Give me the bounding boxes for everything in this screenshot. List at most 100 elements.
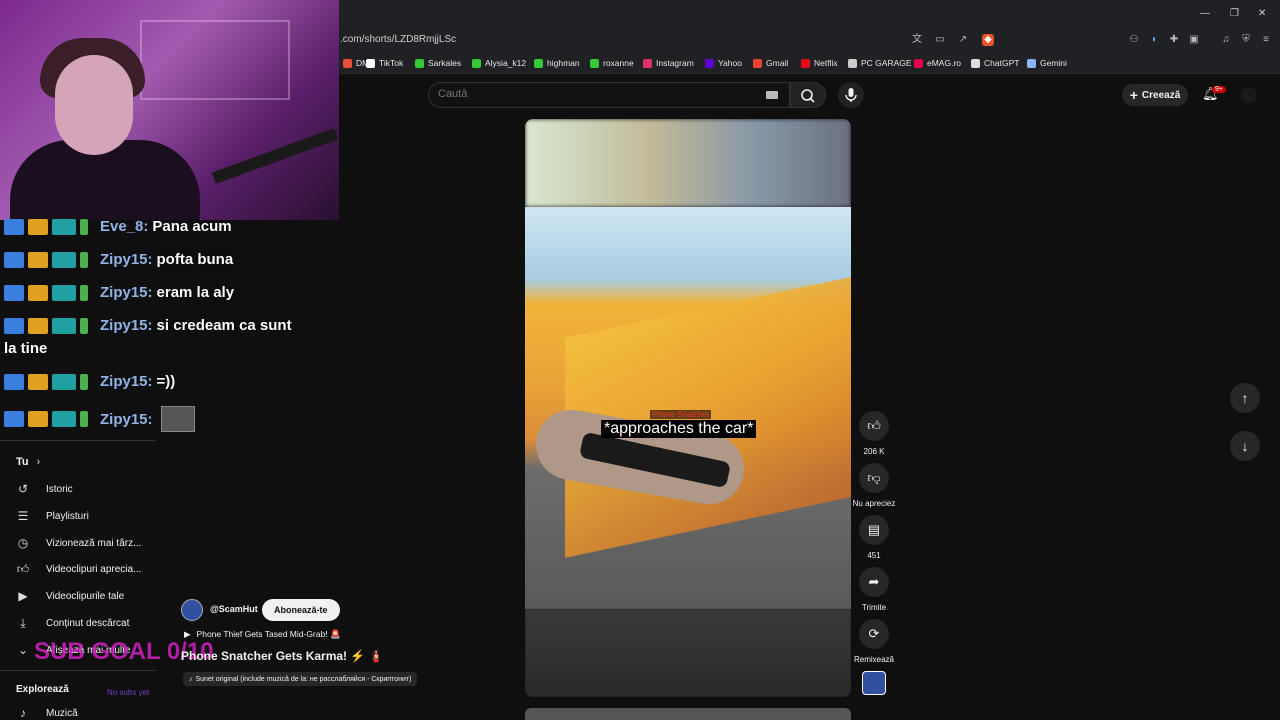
channel-avatar-small[interactable] xyxy=(181,599,203,621)
bookmark-favicon-icon xyxy=(415,58,424,68)
cast-icon[interactable]: ▭ xyxy=(934,34,946,46)
bookmark-3[interactable]: Alysia_k12 xyxy=(472,58,526,68)
share-icon[interactable]: ↗ xyxy=(957,34,969,46)
dislike-button[interactable]: 👎︎ xyxy=(859,463,889,493)
like-button[interactable]: 👍︎ xyxy=(859,411,889,441)
maximize-icon[interactable]: ❐ xyxy=(1230,8,1239,19)
section-you-label: Tu xyxy=(16,456,29,468)
brave-shield-icon[interactable]: ◆ xyxy=(982,34,994,46)
chevron-right-icon: › xyxy=(36,456,41,468)
bookmark-8[interactable]: Gmail xyxy=(753,58,788,68)
keyboard-icon[interactable] xyxy=(766,91,778,99)
bookmark-13[interactable]: Gemini xyxy=(1027,58,1067,68)
bookmark-5[interactable]: roxanne xyxy=(590,58,634,68)
bookmark-11[interactable]: eMAG.ro xyxy=(914,58,961,68)
chat-message: Zipy15: eram la aly xyxy=(4,284,234,301)
sidebar-item-music[interactable]: ♪ Muzică xyxy=(16,706,78,720)
playlist-title: Phone Thief Gets Tased Mid-Grab! 🚨 xyxy=(196,629,341,639)
sidebar-item-clock[interactable]: ◷ Vizionează mai târz... xyxy=(16,536,142,550)
sidebar-icon[interactable]: ▣ xyxy=(1188,34,1200,46)
comments-button[interactable]: ▤ xyxy=(859,515,889,545)
bookmark-label: TikTok xyxy=(379,58,404,68)
wallet-icon[interactable]: ◗ xyxy=(1148,34,1160,46)
video-blur-bottom xyxy=(525,609,851,697)
bookmark-label: Alysia_k12 xyxy=(485,58,527,68)
history-icon: ↺ xyxy=(17,482,29,496)
bookmark-label: roxanne xyxy=(603,58,634,68)
short-title[interactable]: Phone Snatcher Gets Karma! ⚡ 🧯 xyxy=(181,649,384,663)
sidebar-section-you[interactable]: Tu › xyxy=(16,456,40,468)
next-short-button[interactable]: ↓ xyxy=(1230,431,1260,461)
remix-button[interactable]: ⟳ xyxy=(859,619,889,649)
prev-short-button[interactable]: ↑ xyxy=(1230,383,1260,413)
menu-icon[interactable]: ≡ xyxy=(1260,34,1272,46)
playlist-link[interactable]: ▶ Phone Thief Gets Tased Mid-Grab! 🚨 xyxy=(184,629,341,640)
chat-username: Zipy15: xyxy=(100,410,153,428)
chat-text: si credeam ca sunt xyxy=(156,317,292,334)
webcam-overlay xyxy=(0,0,339,220)
puzzle-icon[interactable]: ✚ xyxy=(1168,34,1180,46)
channel-name[interactable]: @ScamHut xyxy=(210,604,258,614)
bookmark-label: Sarkales xyxy=(428,58,462,68)
subscribe-button[interactable]: Abonează-te xyxy=(262,599,340,621)
sidebar-item-label: Vizionează mai târz... xyxy=(46,537,142,549)
avatar[interactable] xyxy=(1241,87,1257,103)
search-icon xyxy=(801,89,815,103)
dislike-label: Nu apreciez xyxy=(852,499,896,508)
bookmark-label: highman xyxy=(547,58,580,68)
mic-icon xyxy=(845,88,857,102)
bookmark-4[interactable]: highman xyxy=(534,58,580,68)
bookmark-1[interactable]: TikTok xyxy=(366,58,403,68)
vpn-icon[interactable]: ⛨ xyxy=(1240,34,1252,46)
chat-message: Zipy15: si credeam ca sunt xyxy=(4,317,292,334)
search-input[interactable] xyxy=(438,88,758,100)
bookmark-favicon-icon xyxy=(914,58,923,68)
chat-badge-icon xyxy=(28,317,48,334)
bookmark-label: Netflix xyxy=(814,58,838,68)
extension-icon[interactable]: ⚇ xyxy=(1128,34,1140,46)
chat-badge-icon xyxy=(4,373,24,390)
bookmark-favicon-icon xyxy=(534,58,543,68)
next-short-preview[interactable] xyxy=(525,708,851,720)
chat-badge-icon xyxy=(52,251,76,268)
chat-text: Pana acum xyxy=(152,218,232,235)
create-button[interactable]: + Creează xyxy=(1122,84,1188,106)
thumb-up-icon: 👍︎ xyxy=(16,562,30,576)
chat-badge-icon xyxy=(52,317,76,334)
translate-icon[interactable]: 文 xyxy=(911,34,923,46)
bookmark-10[interactable]: PC GARAGE xyxy=(848,58,912,68)
remix-label: Remixează xyxy=(853,655,894,664)
sidebar-item-playlist[interactable]: ☰ Playlisturi xyxy=(16,509,89,523)
chat-badge-icon xyxy=(4,218,24,235)
video-caption: *approaches the car* xyxy=(601,420,757,438)
bookmark-2[interactable]: Sarkales xyxy=(415,58,461,68)
sound-chip[interactable]: ♪ Sunet original (include muzică de la: … xyxy=(183,672,418,686)
bookmark-favicon-icon xyxy=(848,58,857,68)
channel-avatar[interactable] xyxy=(862,671,886,695)
bookmark-6[interactable]: Instagram xyxy=(643,58,694,68)
sidebar-item-history[interactable]: ↺ Istoric xyxy=(16,482,73,496)
short-video-player[interactable] xyxy=(525,119,851,697)
create-label: Creează xyxy=(1141,89,1181,101)
chat-text: la tine xyxy=(4,340,48,357)
bookmark-7[interactable]: Yahoo xyxy=(705,58,742,68)
mic-button[interactable] xyxy=(838,82,864,108)
url-text[interactable]: .com/shorts/LZD8RmjjLSc xyxy=(340,34,456,45)
thumb-down-icon: 👎︎ xyxy=(867,470,881,485)
share-button[interactable]: ➦ xyxy=(859,567,889,597)
minimize-icon[interactable]: — xyxy=(1200,8,1210,19)
search-button[interactable] xyxy=(790,82,826,108)
sidebar-item-download[interactable]: ⤓ Conținut descărcat xyxy=(16,616,129,631)
sidebar-item-thumb-up[interactable]: 👍︎ Videoclipuri aprecia... xyxy=(16,562,142,577)
chat-badge-icon xyxy=(4,251,24,268)
media-icon[interactable]: ♫ xyxy=(1220,34,1232,46)
close-icon[interactable]: ✕ xyxy=(1258,8,1266,19)
bookmark-9[interactable]: Netflix xyxy=(801,58,838,68)
sub-goal-subtext: No subs yet xyxy=(107,688,150,697)
like-count: 206 K xyxy=(863,447,885,456)
shelf-image xyxy=(140,20,290,100)
bookmark-12[interactable]: ChatGPT xyxy=(971,58,1019,68)
download-icon: ⤓ xyxy=(20,616,26,630)
chat-text: pofta buna xyxy=(156,251,234,268)
sidebar-item-play[interactable]: ▶ Videoclipurile tale xyxy=(16,589,124,603)
